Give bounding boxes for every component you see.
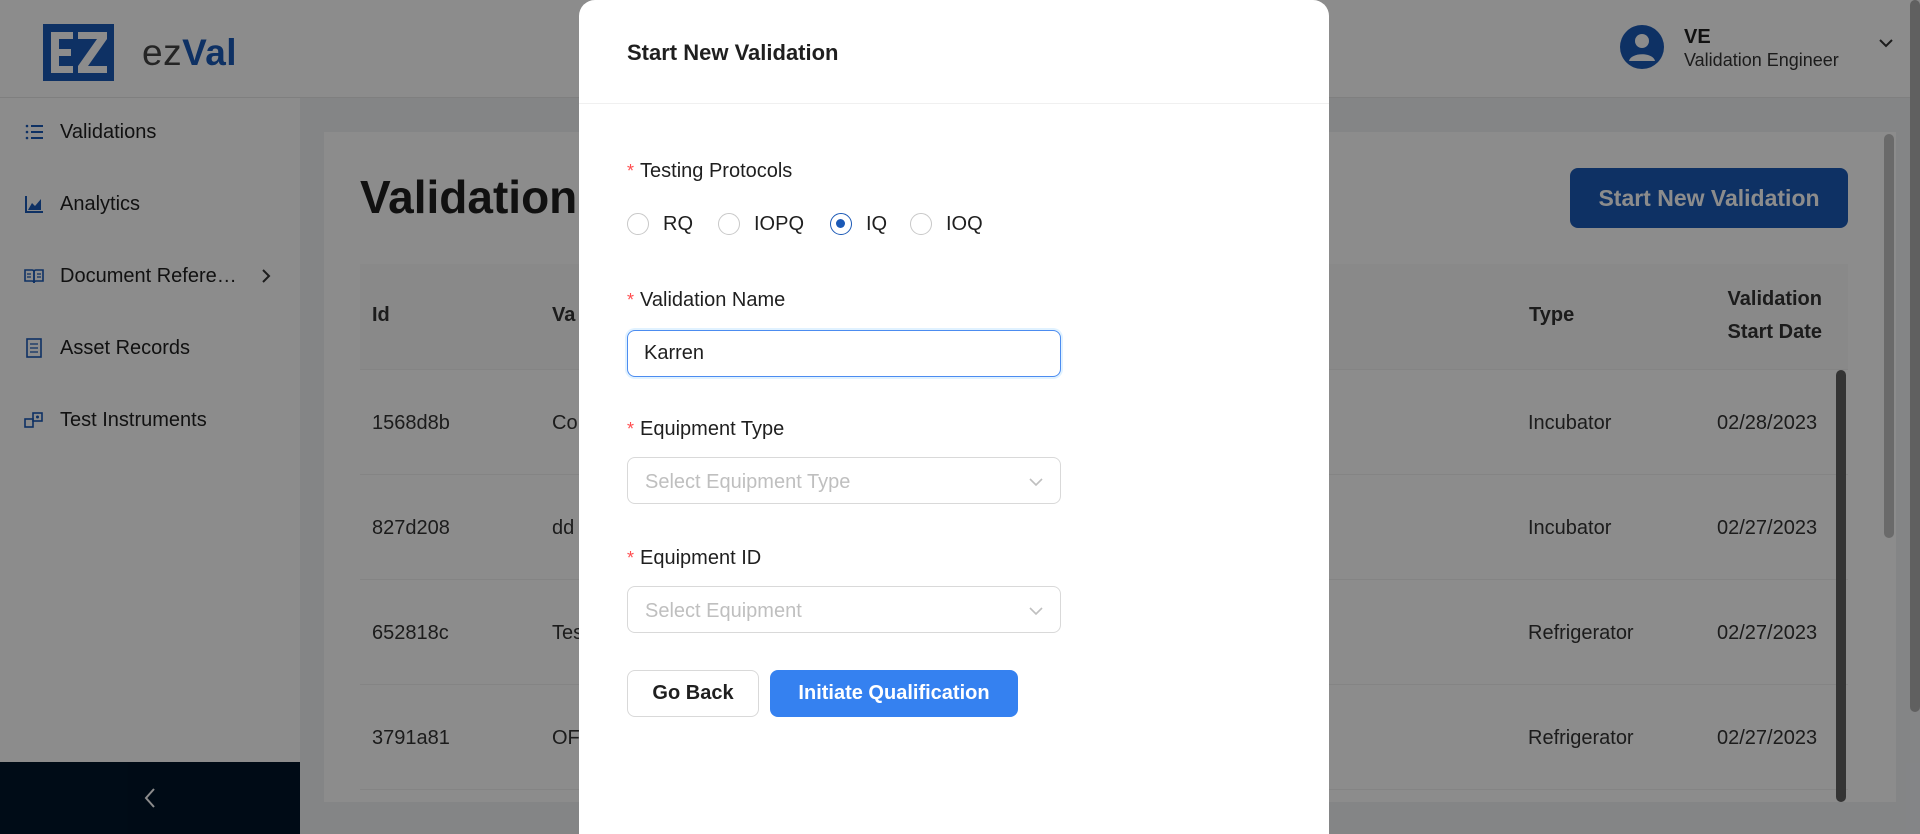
modal-title: Start New Validation — [627, 40, 839, 65]
radio-label: RQ — [663, 212, 693, 235]
radio-label: IQ — [866, 212, 888, 235]
chevron-down-icon — [1029, 478, 1043, 487]
select-placeholder: Select Equipment — [645, 600, 802, 622]
required-mark: * — [627, 548, 635, 568]
initiate-qualification-button[interactable]: Initiate Qualification — [770, 670, 1018, 717]
radio-rq[interactable]: RQ — [627, 210, 693, 238]
radio-label: IOPQ — [754, 212, 805, 235]
select-placeholder: Select Equipment Type — [645, 471, 851, 493]
radio-iopq[interactable]: IOPQ — [718, 210, 804, 238]
equipment-id-label: * Equipment ID — [627, 547, 762, 569]
equipment-type-label: * Equipment Type — [627, 418, 785, 440]
radio-ioq[interactable]: IOQ — [910, 210, 983, 238]
radio-label: IOQ — [946, 212, 983, 235]
radio-circle[interactable] — [627, 213, 649, 235]
go-back-button[interactable]: Go Back — [627, 670, 759, 717]
start-validation-modal: Start New Validation * Testing Protocols … — [579, 0, 1329, 834]
radio-circle[interactable] — [910, 213, 932, 235]
chevron-down-icon — [1029, 607, 1043, 616]
radio-circle[interactable] — [718, 213, 740, 235]
validation-name-input[interactable] — [627, 330, 1061, 377]
radio-circle-checked[interactable] — [830, 213, 852, 235]
testing-protocols-label: * Testing Protocols — [627, 160, 793, 182]
required-mark: * — [627, 419, 635, 439]
validation-name-label: * Validation Name — [627, 289, 786, 311]
required-mark: * — [627, 290, 635, 310]
equipment-id-select[interactable]: Select Equipment — [627, 586, 1061, 633]
equipment-type-select[interactable]: Select Equipment Type — [627, 457, 1061, 504]
required-mark: * — [627, 161, 635, 181]
radio-iq[interactable]: IQ — [830, 210, 887, 238]
modal-header: Start New Validation — [579, 0, 1329, 104]
